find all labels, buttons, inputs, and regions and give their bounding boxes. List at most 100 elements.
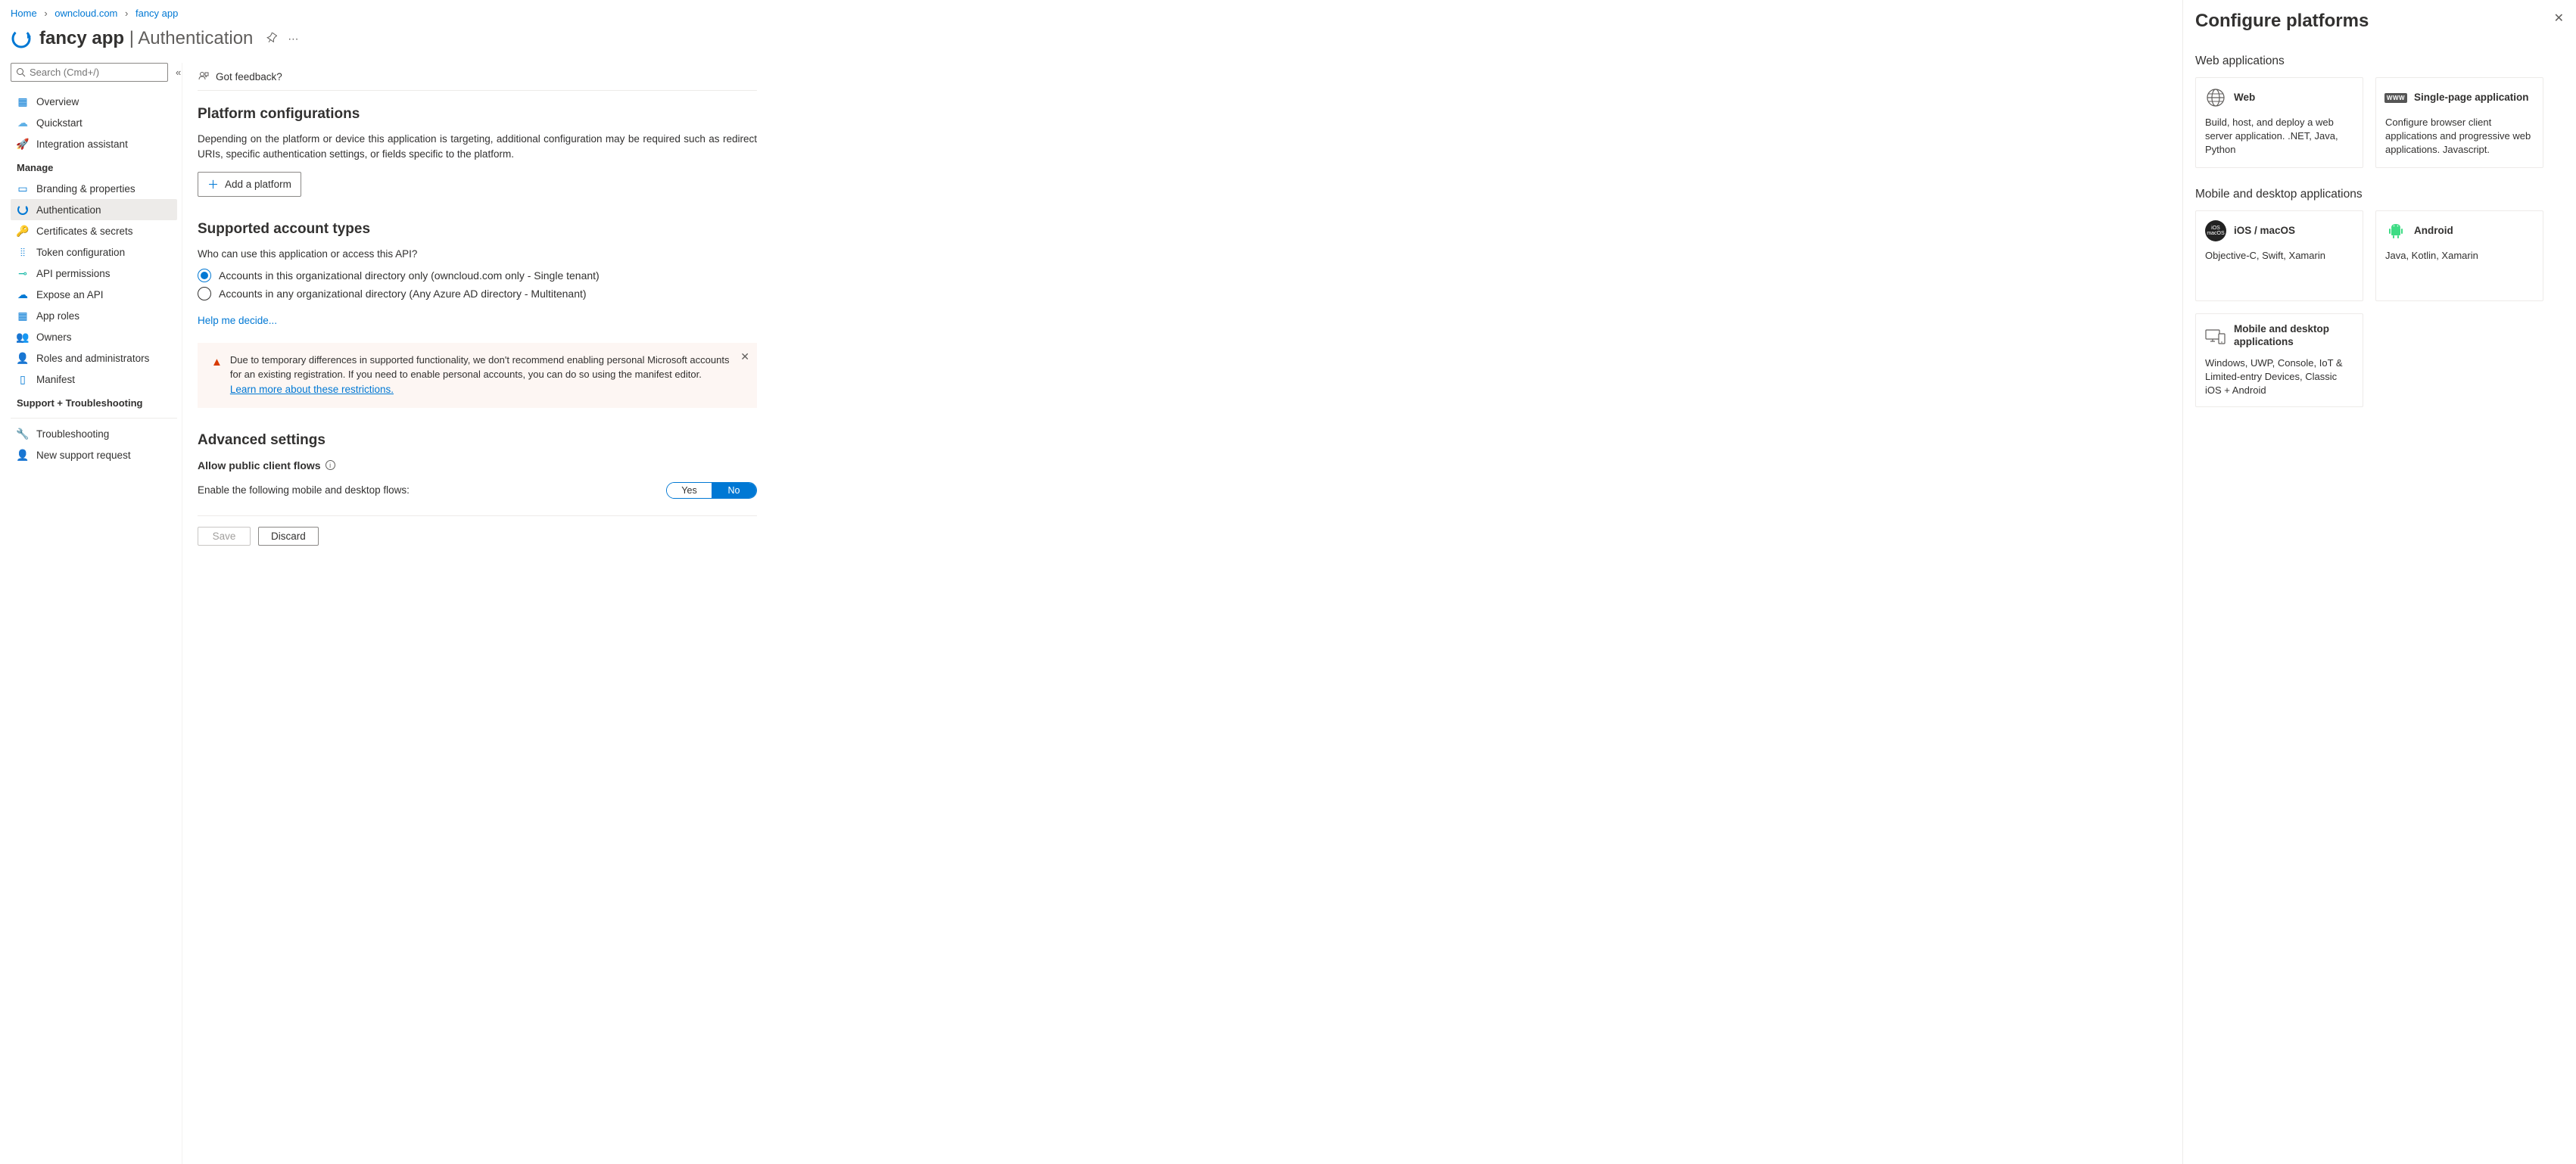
account-types-title: Supported account types [198,221,757,238]
card-title: Mobile and desktop applications [2234,323,2353,349]
radio-multitenant[interactable]: Accounts in any organizational directory… [198,287,757,300]
mobile-desktop-label: Mobile and desktop applications [2195,188,2564,201]
close-icon[interactable]: ✕ [2554,11,2564,26]
discard-button[interactable]: Discard [258,527,319,546]
sidebar-item-overview[interactable]: ▦ Overview [11,91,177,112]
feedback-label: Got feedback? [216,71,282,82]
authentication-icon [17,204,29,216]
app-roles-icon: ▦ [17,310,29,322]
sidebar-item-token[interactable]: ⦙⦙ Token configuration [11,241,177,263]
sidebar-item-label: Overview [36,96,79,107]
card-desc: Configure browser client applications an… [2385,116,2534,157]
allow-public-client-label: Allow public client flows i [198,459,757,472]
breadcrumb-home[interactable]: Home [11,8,37,19]
desktop-icon [2205,325,2226,347]
sidebar-item-owners[interactable]: 👥 Owners [11,326,177,347]
public-client-toggle[interactable]: Yes No [666,482,757,499]
radio-icon [198,269,211,282]
sidebar-item-label: Roles and administrators [36,353,149,364]
warning-text: Due to temporary differences in supporte… [230,353,730,397]
card-title: Web [2234,92,2255,104]
sidebar-item-new-request[interactable]: 👤 New support request [11,444,177,465]
radio-label: Accounts in this organizational director… [219,269,600,282]
pin-icon[interactable] [266,33,277,45]
branding-icon: ▭ [17,182,29,195]
radio-single-tenant[interactable]: Accounts in this organizational director… [198,269,757,282]
chevron-right-icon: › [125,8,128,19]
more-icon[interactable]: ⋯ [288,33,298,45]
sidebar-item-branding[interactable]: ▭ Branding & properties [11,178,177,199]
card-desc: Objective-C, Swift, Xamarin [2205,249,2353,263]
platform-config-desc: Depending on the platform or device this… [198,132,757,161]
manifest-icon: ▯ [17,373,29,385]
breadcrumb: Home › owncloud.com › fancy app [0,0,2182,25]
help-decide-link[interactable]: Help me decide... [198,315,277,326]
configure-platforms-panel: Configure platforms ✕ Web applications W… [2182,0,2576,1164]
warning-banner: ▲ Due to temporary differences in suppor… [198,343,757,408]
sidebar-item-integration[interactable]: 🚀 Integration assistant [11,133,177,154]
token-icon: ⦙⦙ [17,246,29,258]
add-platform-button[interactable]: ＋ Add a platform [198,172,301,197]
sidebar-item-quickstart[interactable]: ☁ Quickstart [11,112,177,133]
overview-icon: ▦ [17,95,29,107]
sidebar-item-label: Certificates & secrets [36,226,133,237]
platform-card-ios[interactable]: iOSmacOS iOS / macOS Objective-C, Swift,… [2195,210,2363,301]
search-input[interactable] [30,67,163,78]
expose-api-icon: ☁ [17,288,29,300]
app-logo-icon [11,28,32,49]
sidebar-item-label: Owners [36,331,72,343]
sidebar-item-manifest[interactable]: ▯ Manifest [11,369,177,390]
sidebar-item-expose-api[interactable]: ☁ Expose an API [11,284,177,305]
plus-icon: ＋ [207,176,219,192]
enable-flows-desc: Enable the following mobile and desktop … [198,484,410,496]
sidebar: « ▦ Overview ☁ Quickstart 🚀 Integration … [0,63,182,1164]
footer-actions: Save Discard [198,515,757,556]
sidebar-item-label: Manifest [36,374,75,385]
android-icon [2385,220,2406,241]
globe-icon [2205,87,2226,108]
page-header: fancy app | Authentication ⋯ [0,25,2182,63]
sidebar-item-label: App roles [36,310,79,322]
sidebar-item-label: Troubleshooting [36,428,109,440]
breadcrumb-app[interactable]: fancy app [135,8,178,19]
quickstart-icon: ☁ [17,117,29,129]
sidebar-item-roles-admins[interactable]: 👤 Roles and administrators [11,347,177,369]
breadcrumb-org[interactable]: owncloud.com [55,8,117,19]
warning-learn-more-link[interactable]: Learn more about these restrictions. [230,384,394,395]
sidebar-item-certificates[interactable]: 🔑 Certificates & secrets [11,220,177,241]
platform-config-title: Platform configurations [198,106,757,123]
panel-title: Configure platforms [2195,11,2369,32]
radio-icon [198,287,211,300]
sidebar-item-label: Token configuration [36,247,125,258]
owners-icon: 👥 [17,331,29,343]
search-box[interactable] [11,63,168,82]
info-icon[interactable]: i [326,460,335,470]
card-desc: Windows, UWP, Console, IoT & Limited-ent… [2205,356,2353,398]
warning-icon: ▲ [211,354,223,371]
sidebar-item-label: Integration assistant [36,138,128,150]
www-icon: WWW [2385,87,2406,108]
platform-card-web[interactable]: Web Build, host, and deploy a web server… [2195,77,2363,168]
save-button[interactable]: Save [198,527,251,546]
close-icon[interactable]: ✕ [740,349,749,364]
toggle-no: No [712,483,756,498]
sidebar-item-label: API permissions [36,268,111,279]
search-icon [16,67,26,77]
troubleshooting-icon: 🔧 [17,428,29,440]
platform-card-android[interactable]: Android Java, Kotlin, Xamarin [2375,210,2543,301]
sidebar-item-app-roles[interactable]: ▦ App roles [11,305,177,326]
feedback-bar[interactable]: Got feedback? [198,63,757,91]
sidebar-item-label: Quickstart [36,117,83,129]
collapse-sidebar-icon[interactable]: « [176,67,181,78]
account-types-question: Who can use this application or access t… [198,248,757,260]
sidebar-item-authentication[interactable]: Authentication [11,199,177,220]
sidebar-item-api-permissions[interactable]: ⊸ API permissions [11,263,177,284]
radio-label: Accounts in any organizational directory… [219,288,587,300]
main-content: Got feedback? Platform configurations De… [182,63,772,1164]
platform-card-desktop[interactable]: Mobile and desktop applications Windows,… [2195,313,2363,407]
nav-section-support: Support + Troubleshooting [11,390,177,413]
chevron-right-icon: › [44,8,47,19]
sidebar-item-troubleshooting[interactable]: 🔧 Troubleshooting [11,423,177,444]
feedback-icon [198,70,210,82]
platform-card-spa[interactable]: WWW Single-page application Configure br… [2375,77,2543,168]
